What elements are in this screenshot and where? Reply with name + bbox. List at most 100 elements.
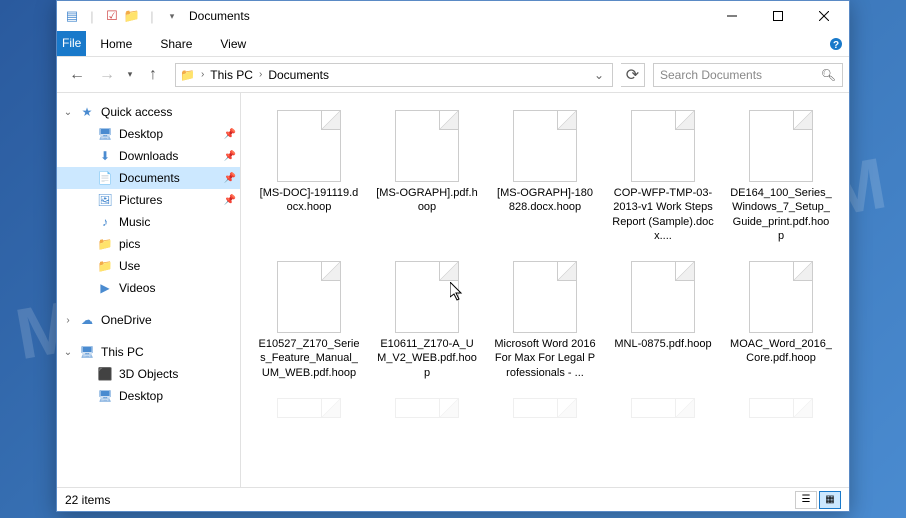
file-item[interactable] [371, 393, 483, 427]
titlebar: ▤ | ☑ 📁 | ▾ Documents [57, 1, 849, 31]
tab-view[interactable]: View [206, 31, 260, 56]
breadcrumb-root[interactable]: This PC [206, 68, 257, 82]
file-item[interactable]: DE164_100_Series_Windows_7_Setup_Guide_p… [725, 105, 837, 248]
generic-file-icon [395, 110, 459, 182]
documents-icon: 📄 [97, 170, 113, 186]
ribbon: File Home Share View ? [57, 31, 849, 57]
statusbar: 22 items ☰ ▦ [57, 487, 849, 511]
file-name: MNL-0875.pdf.hoop [614, 337, 711, 351]
explorer-window: ▤ | ☑ 📁 | ▾ Documents File Home Share Vi… [56, 0, 850, 512]
pin-icon: 📌 [224, 129, 236, 140]
close-button[interactable] [801, 1, 847, 31]
nav-pictures[interactable]: 🖼Pictures📌 [57, 189, 240, 211]
generic-file-icon [749, 110, 813, 182]
expand-icon[interactable]: › [61, 315, 75, 326]
recent-dropdown[interactable]: ▾ [123, 61, 137, 89]
up-button[interactable]: ↑ [139, 61, 167, 89]
nav-documents[interactable]: 📄Documents📌 [57, 167, 240, 189]
nav-pane: ⌄★Quick access 🖥Desktop📌 ⬇Downloads📌 📄Do… [57, 93, 241, 487]
file-name: DE164_100_Series_Windows_7_Setup_Guide_p… [730, 186, 832, 243]
nav-desktop[interactable]: 🖥Desktop📌 [57, 123, 240, 145]
chevron-right-icon[interactable]: › [257, 69, 264, 80]
desktop-icon: 🖥 [97, 388, 113, 404]
nav-use[interactable]: 📁Use [57, 255, 240, 277]
file-item[interactable] [489, 393, 601, 427]
pictures-icon: 🖼 [97, 192, 113, 208]
chevron-right-icon[interactable]: › [199, 69, 206, 80]
generic-file-icon [749, 398, 813, 418]
generic-file-icon [631, 261, 695, 333]
search-placeholder: Search Documents [660, 68, 762, 82]
select-icon[interactable]: ☑ [103, 7, 121, 25]
collapse-icon[interactable]: ⌄ [61, 107, 75, 118]
maximize-button[interactable] [755, 1, 801, 31]
qat-dropdown-icon[interactable]: ▾ [163, 7, 181, 25]
collapse-icon[interactable]: ⌄ [61, 347, 75, 358]
refresh-button[interactable]: ⟳ [621, 63, 645, 87]
qat-icons: ▤ | ☑ 📁 | ▾ [59, 7, 181, 25]
nav-downloads[interactable]: ⬇Downloads📌 [57, 145, 240, 167]
cloud-icon: ☁ [79, 312, 95, 328]
file-item[interactable] [253, 393, 365, 427]
generic-file-icon [749, 261, 813, 333]
music-icon: ♪ [97, 214, 113, 230]
ribbon-help-icon[interactable]: ? [823, 31, 849, 56]
generic-file-icon [513, 398, 577, 418]
file-item[interactable]: Microsoft Word 2016 For Max For Legal Pr… [489, 256, 601, 385]
videos-icon: ▶ [97, 280, 113, 296]
nav-music[interactable]: ♪Music [57, 211, 240, 233]
navbar: ← → ▾ ↑ 📁 › This PC › Documents ⌄ ⟳ Sear… [57, 57, 849, 93]
file-item[interactable]: [MS-DOC]-191119.docx.hoop [253, 105, 365, 248]
icons-view-button[interactable]: ▦ [819, 491, 841, 509]
nav-quick-access[interactable]: ⌄★Quick access [57, 101, 240, 123]
tab-file[interactable]: File [57, 31, 86, 56]
search-input[interactable]: Search Documents 🔍︎ [653, 63, 843, 87]
pc-icon: 🖥 [79, 344, 95, 360]
nav-this-pc[interactable]: ⌄🖥This PC [57, 341, 240, 363]
folder-icon: 📁 [97, 258, 113, 274]
forward-button[interactable]: → [93, 61, 121, 89]
file-item[interactable]: MNL-0875.pdf.hoop [607, 256, 719, 385]
file-item[interactable] [607, 393, 719, 427]
file-name: [MS-OGRAPH]-180828.docx.hoop [494, 186, 596, 215]
file-item[interactable] [725, 393, 837, 427]
generic-file-icon [513, 261, 577, 333]
file-name: Microsoft Word 2016 For Max For Legal Pr… [494, 337, 596, 380]
properties-icon[interactable]: ▤ [63, 7, 81, 25]
pin-icon: 📌 [224, 173, 236, 184]
file-item[interactable]: E10611_Z170-A_UM_V2_WEB.pdf.hoop [371, 256, 483, 385]
address-dropdown-icon[interactable]: ⌄ [590, 68, 608, 82]
folder-icon: 📁 [97, 236, 113, 252]
breadcrumb-current[interactable]: Documents [264, 68, 333, 82]
downloads-icon: ⬇ [97, 148, 113, 164]
search-icon[interactable]: 🔍︎ [821, 68, 836, 82]
back-button[interactable]: ← [63, 61, 91, 89]
nav-pics[interactable]: 📁pics [57, 233, 240, 255]
nav-onedrive[interactable]: ›☁OneDrive [57, 309, 240, 331]
generic-file-icon [395, 261, 459, 333]
window-title: Documents [189, 9, 250, 23]
address-bar[interactable]: 📁 › This PC › Documents ⌄ [175, 63, 613, 87]
file-item[interactable]: COP-WFP-TMP-03-2013-v1 Work Steps Report… [607, 105, 719, 248]
file-pane[interactable]: [MS-DOC]-191119.docx.hoop [MS-OGRAPH].pdf… [241, 93, 849, 487]
generic-file-icon [513, 110, 577, 182]
file-name: [MS-OGRAPH].pdf.hoop [376, 186, 478, 215]
file-name: E10527_Z170_Series_Feature_Manual_UM_WEB… [258, 337, 360, 380]
nav-videos[interactable]: ▶Videos [57, 277, 240, 299]
star-icon: ★ [79, 104, 95, 120]
details-view-button[interactable]: ☰ [795, 491, 817, 509]
tab-share[interactable]: Share [146, 31, 206, 56]
generic-file-icon [277, 398, 341, 418]
file-item[interactable]: E10527_Z170_Series_Feature_Manual_UM_WEB… [253, 256, 365, 385]
cube-icon: ⬛ [97, 366, 113, 382]
folder-icon[interactable]: 📁 [123, 7, 141, 25]
nav-3d-objects[interactable]: ⬛3D Objects [57, 363, 240, 385]
file-item[interactable]: MOAC_Word_2016_Core.pdf.hoop [725, 256, 837, 385]
tab-home[interactable]: Home [86, 31, 146, 56]
file-name: [MS-DOC]-191119.docx.hoop [258, 186, 360, 215]
generic-file-icon [631, 110, 695, 182]
minimize-button[interactable] [709, 1, 755, 31]
nav-desktop-pc[interactable]: 🖥Desktop [57, 385, 240, 407]
file-item[interactable]: [MS-OGRAPH]-180828.docx.hoop [489, 105, 601, 248]
file-item[interactable]: [MS-OGRAPH].pdf.hoop [371, 105, 483, 248]
